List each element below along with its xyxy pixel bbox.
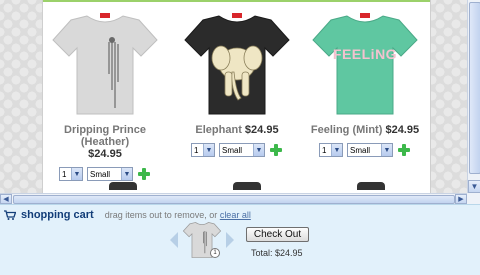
size-value: Small xyxy=(350,145,371,155)
brand-tag xyxy=(100,13,110,18)
total-label: Total: xyxy=(251,248,273,258)
next-row-product-peek xyxy=(233,182,261,190)
total-value: $24.95 xyxy=(275,248,303,258)
product-price: $24.95 xyxy=(88,148,122,160)
clear-all-link[interactable]: clear all xyxy=(220,210,251,220)
cart-total: Total: $24.95 xyxy=(251,248,303,258)
size-value: Small xyxy=(90,169,111,179)
quantity-value: 1 xyxy=(62,169,67,179)
scroll-right-arrow-icon[interactable]: ▶ xyxy=(455,194,467,204)
horizontal-scrollbar[interactable]: ◀ ▶ xyxy=(0,193,467,204)
checkout-button[interactable]: Check Out xyxy=(246,227,309,242)
add-to-cart-plus-icon[interactable] xyxy=(269,143,283,157)
scroll-down-arrow-icon[interactable]: ▼ xyxy=(468,180,480,193)
size-select[interactable]: Small ▼ xyxy=(347,143,393,157)
add-to-cart-plus-icon[interactable] xyxy=(397,143,411,157)
product-card[interactable]: Dripping Prince (Heather) $24.95 1 ▼ Sma… xyxy=(45,12,165,181)
quantity-value: 1 xyxy=(322,145,327,155)
product-grid-viewport: Dripping Prince (Heather) $24.95 1 ▼ Sma… xyxy=(0,0,467,193)
product-page: Dripping Prince (Heather) $24.95 1 ▼ Sma… xyxy=(42,0,431,193)
product-image-dripping-prince[interactable] xyxy=(51,12,159,118)
chevron-down-icon: ▼ xyxy=(203,144,214,156)
horizontal-scroll-thumb[interactable] xyxy=(13,195,455,204)
tshirt-icon xyxy=(312,15,418,115)
chevron-down-icon: ▼ xyxy=(253,144,264,156)
product-name-row[interactable]: Elephant $24.95 xyxy=(177,124,297,136)
chevron-down-icon: ▼ xyxy=(71,168,82,180)
scroll-left-arrow-icon[interactable]: ◀ xyxy=(0,194,12,204)
cart-title: shopping cart xyxy=(21,209,94,221)
chevron-down-icon: ▼ xyxy=(121,168,132,180)
cart-hint: drag items out to remove, or clear all xyxy=(105,210,251,220)
product-card[interactable]: FEELiNG Feeling (Mint) $24.95 1 ▼ Small … xyxy=(305,12,425,157)
brand-tag xyxy=(232,13,242,18)
scrollbar-corner xyxy=(467,193,480,204)
vertical-scroll-thumb[interactable] xyxy=(469,2,480,174)
size-select[interactable]: Small ▼ xyxy=(87,167,133,181)
quantity-select[interactable]: 1 ▼ xyxy=(191,143,215,157)
cart-hint-text: drag items out to remove, or xyxy=(104,210,218,220)
product-image-elephant[interactable] xyxy=(183,12,291,118)
product-price: $24.95 xyxy=(385,124,420,136)
quantity-select[interactable]: 1 ▼ xyxy=(319,143,343,157)
product-name: Elephant xyxy=(195,124,242,136)
chevron-down-icon: ▼ xyxy=(331,144,342,156)
vertical-scrollbar[interactable]: ▼ xyxy=(467,0,480,193)
next-row-product-peek xyxy=(357,182,385,190)
product-name: Feeling (Mint) xyxy=(310,124,383,136)
brand-tag xyxy=(360,13,370,18)
chevron-down-icon: ▼ xyxy=(381,144,392,156)
cart-items-carousel: 1 xyxy=(170,221,234,259)
next-row-product-peek xyxy=(109,182,137,190)
cart-item[interactable]: 1 xyxy=(182,221,222,259)
quantity-select[interactable]: 1 ▼ xyxy=(59,167,83,181)
product-card[interactable]: Elephant $24.95 1 ▼ Small ▼ xyxy=(177,12,297,157)
carousel-right-arrow-icon[interactable] xyxy=(226,232,234,248)
tshirt-icon xyxy=(52,15,158,115)
size-value: Small xyxy=(222,145,243,155)
size-select[interactable]: Small ▼ xyxy=(219,143,265,157)
shopping-cart-panel: shopping cart drag items out to remove, … xyxy=(0,204,480,275)
tshirt-icon xyxy=(184,15,290,115)
carousel-left-arrow-icon[interactable] xyxy=(170,232,178,248)
product-image-feeling[interactable]: FEELiNG xyxy=(311,12,419,118)
page-top-accent-bar xyxy=(43,0,430,2)
add-to-cart-plus-icon[interactable] xyxy=(137,167,151,181)
product-name-row[interactable]: Feeling (Mint) $24.95 xyxy=(305,124,425,136)
quantity-value: 1 xyxy=(194,145,199,155)
product-price: $24.95 xyxy=(244,124,279,136)
shirt-print-text: FEELiNG xyxy=(332,46,398,62)
cart-icon xyxy=(4,210,16,220)
cart-item-count-badge: 1 xyxy=(210,248,220,258)
product-name[interactable]: Dripping Prince (Heather) xyxy=(45,124,165,148)
